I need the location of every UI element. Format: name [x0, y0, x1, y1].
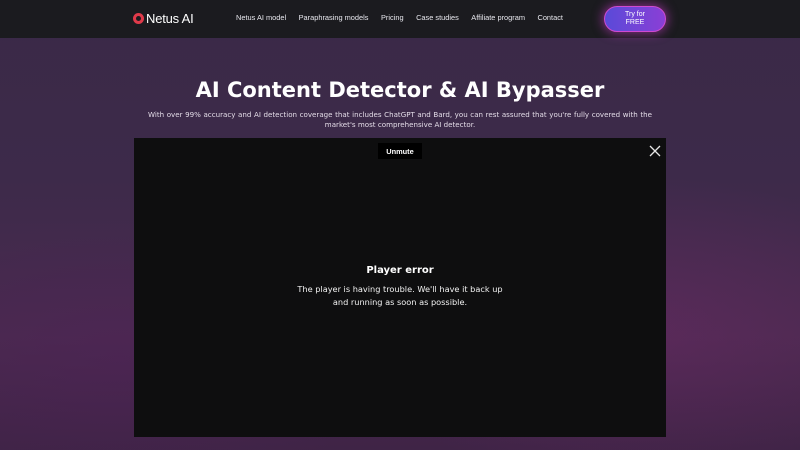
main-nav: Netus AI model Paraphrasing models Prici…	[236, 13, 575, 22]
nav-item-contact[interactable]: Contact	[537, 13, 562, 22]
close-icon[interactable]	[649, 142, 661, 157]
logo-link[interactable]: Netus AI	[133, 11, 194, 26]
try-for-free-button[interactable]: Try for FREE	[604, 6, 666, 32]
nav-item-netus-ai-model[interactable]: Netus AI model	[236, 13, 286, 22]
player-error-message: The player is having trouble. We'll have…	[297, 284, 503, 307]
netus-logo-icon	[133, 13, 144, 24]
nav-item-paraphrasing-models[interactable]: Paraphrasing models	[299, 13, 369, 22]
top-navbar: Netus AI Netus AI model Paraphrasing mod…	[0, 0, 800, 38]
nav-item-case-studies[interactable]: Case studies	[416, 13, 459, 22]
logo-text: Netus AI	[146, 11, 194, 26]
nav-item-pricing[interactable]: Pricing	[381, 13, 404, 22]
unmute-button[interactable]: Unmute	[378, 143, 422, 159]
page-subtitle: With over 99% accuracy and AI detection …	[148, 110, 652, 129]
video-player[interactable]: Unmute Player error The player is having…	[134, 138, 666, 437]
nav-item-affiliate-program[interactable]: Affiliate program	[471, 13, 525, 22]
player-error-title: Player error	[366, 265, 434, 276]
page-title: AI Content Detector & AI Bypasser	[195, 78, 605, 102]
